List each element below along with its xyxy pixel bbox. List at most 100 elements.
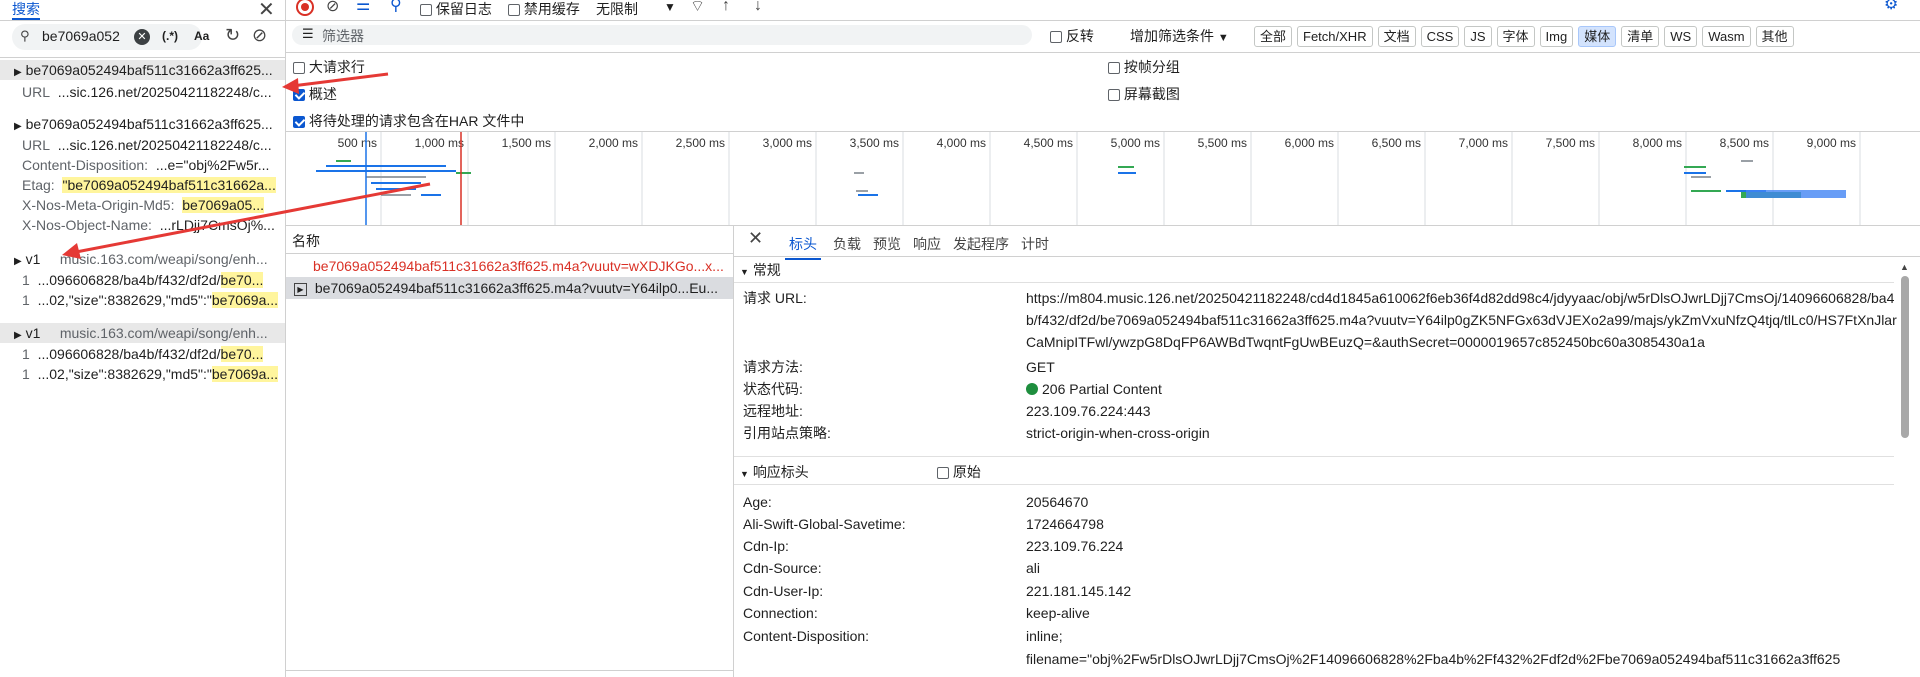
close-details-icon[interactable]: ✕ <box>748 228 763 249</box>
throttle-select[interactable]: 无限制 <box>596 0 638 18</box>
chevron-down-icon: ▼ <box>1217 32 1229 44</box>
raw-checkbox[interactable]: 原始 <box>937 462 981 482</box>
result-file[interactable]: ▶ v1 music.163.com/weapi/song/enh... <box>0 323 285 343</box>
type-filter-other[interactable]: 其他 <box>1755 26 1794 47</box>
timeline-overview[interactable]: 500 ms 1,000 ms 1,500 ms 2,000 ms 2,500 ms 3,… <box>286 132 1911 225</box>
header-value: filename="obj%2Fw5rDlsOJwrLDjj7CmsOj%2F1… <box>1026 651 1841 667</box>
export-icon[interactable]: ↓ <box>754 0 762 15</box>
search-tab[interactable]: 搜索 <box>12 0 40 20</box>
more-filters-dropdown[interactable]: 增加筛选条件 ▼ <box>1130 26 1229 46</box>
search-query[interactable]: be7069a052 <box>42 28 128 44</box>
type-filter-wasm[interactable]: Wasm <box>1702 26 1751 47</box>
type-filters: 全部 Fetch/XHR 文档 CSS JS 字体 Img 媒体 清单 WS Wasm 其他 <box>1254 26 1799 47</box>
type-filter-doc[interactable]: 文档 <box>1377 26 1416 47</box>
request-row[interactable]: be7069a052494baf511c31662a3ff625.m4a?vuu… <box>286 255 733 277</box>
group-by-frame-checkbox[interactable]: 按帧分组 <box>1108 57 1180 77</box>
header-value: inline; <box>1026 628 1063 644</box>
result-line[interactable]: 1 ...096606828/ba4b/f432/df2d/be70... <box>22 270 264 290</box>
request-url-value: https://m804.music.126.net/2025042118224… <box>1026 290 1897 350</box>
clear-results-icon[interactable]: ⊘ <box>252 25 267 46</box>
refresh-icon[interactable]: ↻ <box>225 25 240 46</box>
header-key: Cdn-User-Ip: <box>743 583 824 599</box>
header-key: Cdn-Source: <box>743 560 822 576</box>
status-code-value: 206 Partial Content <box>1026 378 1162 400</box>
result-line[interactable]: Content-Disposition: ...e="obj%2Fw5r... <box>22 155 269 175</box>
result-line[interactable]: 1 ...096606828/ba4b/f432/df2d/be70... <box>22 344 264 364</box>
type-filter-css[interactable]: CSS <box>1420 26 1460 47</box>
timeline-tick-label: 2,500 ms <box>676 136 725 150</box>
filter-toggle-icon[interactable]: ☰ <box>356 0 370 15</box>
tab-timing[interactable]: 计时 <box>1021 230 1049 258</box>
type-filter-all[interactable]: 全部 <box>1254 26 1293 47</box>
close-icon[interactable]: ✕ <box>258 0 275 22</box>
tab-initiator[interactable]: 发起程序 <box>953 230 1009 258</box>
tab-preview[interactable]: 预览 <box>873 230 901 258</box>
type-filter-font[interactable]: 字体 <box>1496 26 1535 47</box>
scrollbar[interactable]: ▲ <box>1900 262 1910 677</box>
request-row-selected[interactable]: ▶ be7069a052494baf511c31662a3ff625.m4a?v… <box>286 277 733 299</box>
overview-checkbox[interactable]: 概述 <box>293 84 337 104</box>
header-value: 223.109.76.224 <box>1026 538 1124 554</box>
timeline-tick-label: 4,500 ms <box>1024 136 1073 150</box>
search-input-box[interactable]: ⚲ be7069a052 ✕ (.*) Aa <box>12 24 209 50</box>
scrollbar-thumb[interactable] <box>1901 276 1909 438</box>
result-line[interactable]: Etag: "be7069a052494baf511c31662a... <box>22 175 276 195</box>
result-line[interactable]: X-Nos-Meta-Origin-Md5: be7069a05... <box>22 195 265 215</box>
divider <box>0 57 285 58</box>
result-line[interactable]: 1 ...02,"size":8382629,"md5":"be7069a... <box>22 290 279 310</box>
clear-icon[interactable]: ✕ <box>134 29 150 45</box>
result-line[interactable]: URL ...sic.126.net/20250421182248/c... <box>22 82 272 102</box>
section-response-headers[interactable]: ▼ 响应标头 <box>740 462 809 482</box>
header-key: Cdn-Ip: <box>743 538 789 554</box>
invert-checkbox[interactable]: 反转 <box>1050 26 1094 46</box>
timeline-tick-label: 1,500 ms <box>502 136 551 150</box>
record-icon[interactable] <box>296 0 314 16</box>
tab-response[interactable]: 响应 <box>913 230 941 258</box>
timeline-tick-label: 8,500 ms <box>1720 136 1769 150</box>
disable-cache-checkbox[interactable]: 禁用缓存 <box>508 0 580 18</box>
gear-icon[interactable]: ⚙ <box>1884 0 1898 14</box>
result-line[interactable]: URL ...sic.126.net/20250421182248/c... <box>22 135 272 155</box>
import-icon[interactable]: ↑ <box>722 0 730 15</box>
result-line[interactable]: X-Nos-Object-Name: ...rLDjj7CmsOj%... <box>22 215 275 235</box>
search-icon: ⚲ <box>20 28 30 43</box>
timeline-tick-label: 6,000 ms <box>1285 136 1334 150</box>
type-filter-ws[interactable]: WS <box>1664 26 1698 47</box>
header-value: 221.181.145.142 <box>1026 583 1132 599</box>
timeline-chart: 500 ms 1,000 ms 1,500 ms 2,000 ms 2,500 ms 3,… <box>316 132 1861 225</box>
result-file[interactable]: ▶ be7069a052494baf511c31662a3ff625... <box>0 60 285 80</box>
type-filter-media[interactable]: 媒体 <box>1578 26 1617 47</box>
screenshots-checkbox[interactable]: 屏幕截图 <box>1108 84 1180 104</box>
type-filter-fetch[interactable]: Fetch/XHR <box>1297 26 1373 47</box>
network-conditions-icon[interactable]: ⌔ <box>690 0 705 16</box>
big-rows-checkbox[interactable]: 大请求行 <box>293 57 365 77</box>
section-general[interactable]: ▼ 常规 <box>740 260 781 280</box>
case-toggle[interactable]: Aa <box>194 29 209 43</box>
tab-payload[interactable]: 负载 <box>833 230 861 258</box>
search-icon[interactable]: ⚲ <box>390 0 402 15</box>
header-value: 1724664798 <box>1026 516 1104 532</box>
divider <box>734 456 1894 457</box>
header-value: ali <box>1026 560 1041 576</box>
filter-input[interactable]: ☰ 筛选器 <box>292 25 1032 45</box>
chevron-down-icon[interactable]: ▼ <box>664 0 676 16</box>
type-filter-img[interactable]: Img <box>1539 26 1574 47</box>
result-file[interactable]: ▶ v1 music.163.com/weapi/song/enh... <box>0 249 285 269</box>
type-filter-manifest[interactable]: 清单 <box>1621 26 1660 47</box>
divider <box>286 253 733 254</box>
result-file[interactable]: ▶ be7069a052494baf511c31662a3ff625... <box>0 114 285 134</box>
timeline-tick-label: 3,000 ms <box>763 136 812 150</box>
preserve-log-checkbox[interactable]: 保留日志 <box>420 0 492 18</box>
har-checkbox[interactable]: 将待处理的请求包含在HAR 文件中 <box>293 111 524 131</box>
timeline-bars <box>316 160 1846 198</box>
column-header-name[interactable]: 名称 <box>292 231 320 251</box>
header-value: 20564670 <box>1026 494 1089 510</box>
result-line[interactable]: 1 ...02,"size":8382629,"md5":"be7069a... <box>22 364 279 384</box>
type-filter-js[interactable]: JS <box>1464 26 1492 47</box>
status-dot-icon <box>1026 383 1038 395</box>
timeline-tick-label: 8,000 ms <box>1633 136 1682 150</box>
regex-toggle[interactable]: (.*) <box>162 29 178 43</box>
timeline-tick-label: 6,500 ms <box>1372 136 1421 150</box>
clear-icon[interactable]: ⊘ <box>326 0 339 16</box>
scroll-up-icon[interactable]: ▲ <box>1900 262 1909 272</box>
